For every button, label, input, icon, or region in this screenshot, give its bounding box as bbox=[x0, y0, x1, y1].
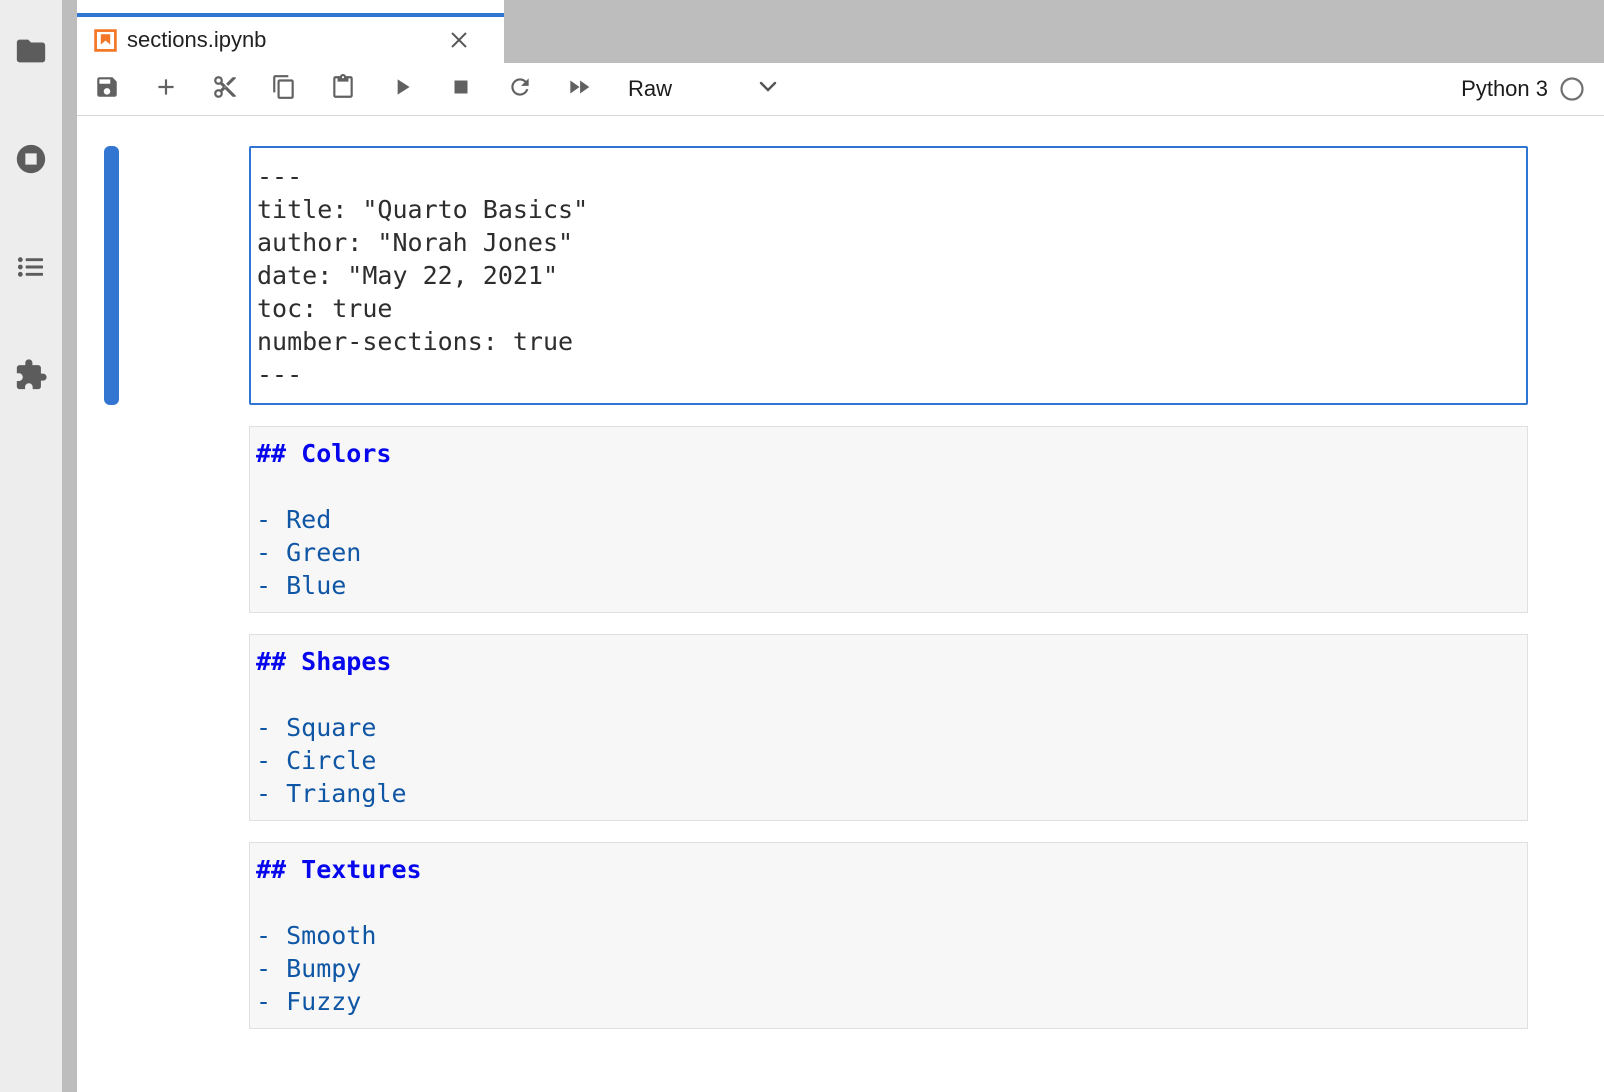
add-cell-button[interactable] bbox=[153, 76, 179, 102]
code-line: toc: true bbox=[257, 292, 1520, 325]
code-line bbox=[256, 886, 1521, 919]
run-icon bbox=[389, 74, 415, 105]
notebook-file-icon bbox=[93, 28, 118, 53]
cell-type-value: Raw bbox=[628, 76, 672, 102]
close-tab-icon[interactable] bbox=[446, 27, 472, 53]
markdown-list-item: - Blue bbox=[256, 569, 1521, 602]
markdown-heading: ## Colors bbox=[256, 437, 1521, 470]
running-kernels-icon bbox=[14, 142, 48, 181]
toolbar-button-group bbox=[94, 76, 592, 102]
markdown-heading: ## Shapes bbox=[256, 645, 1521, 678]
main-dock-panel: sections.ipynb bbox=[77, 0, 1604, 1092]
cell-collapser[interactable] bbox=[104, 842, 119, 1029]
code-line: --- bbox=[257, 358, 1520, 391]
paste-icon bbox=[330, 74, 356, 105]
code-line: title: "Quarto Basics" bbox=[257, 193, 1520, 226]
cut-icon bbox=[212, 74, 238, 105]
run-cell-button[interactable] bbox=[389, 76, 415, 102]
notebook-content: --- title: "Quarto Basics" author: "Nora… bbox=[77, 116, 1604, 1092]
left-activity-bar bbox=[0, 0, 62, 1092]
code-line: date: "May 22, 2021" bbox=[257, 259, 1520, 292]
markdown-list-item: - Square bbox=[256, 711, 1521, 744]
cell-type-dropdown[interactable]: Raw bbox=[628, 76, 778, 102]
raw-cell-editor[interactable]: --- title: "Quarto Basics" author: "Nora… bbox=[249, 146, 1528, 405]
markdown-list-item: - Green bbox=[256, 536, 1521, 569]
markdown-cell-editor[interactable]: ## Textures - Smooth - Bumpy - Fuzzy bbox=[249, 842, 1528, 1029]
jupyterlab-window: sections.ipynb bbox=[0, 0, 1604, 1092]
markdown-list-item: - Fuzzy bbox=[256, 985, 1521, 1018]
sidebar-splitter[interactable] bbox=[62, 0, 77, 1092]
markdown-list-item: - Smooth bbox=[256, 919, 1521, 952]
cell-collapser[interactable] bbox=[104, 634, 119, 821]
cell-markdown-shapes: ## Shapes - Square - Circle - Triangle bbox=[77, 634, 1604, 821]
save-icon bbox=[94, 74, 120, 105]
markdown-list-item: - Bumpy bbox=[256, 952, 1521, 985]
markdown-list-item: - Triangle bbox=[256, 777, 1521, 810]
tab-title: sections.ipynb bbox=[127, 27, 446, 53]
tab-content: sections.ipynb bbox=[77, 17, 504, 63]
sidebar-item-extensions[interactable] bbox=[13, 359, 49, 395]
sidebar-item-running-kernels[interactable] bbox=[13, 143, 49, 179]
restart-icon bbox=[507, 74, 533, 105]
add-cell-icon bbox=[153, 74, 179, 105]
code-line: author: "Norah Jones" bbox=[257, 226, 1520, 259]
sidebar-item-table-of-contents[interactable] bbox=[13, 251, 49, 287]
restart-run-all-button[interactable] bbox=[566, 76, 592, 102]
cell-collapser[interactable] bbox=[104, 426, 119, 613]
copy-icon bbox=[271, 74, 297, 105]
code-line bbox=[256, 678, 1521, 711]
code-line: --- bbox=[257, 160, 1520, 193]
kernel-name-button[interactable]: Python 3 bbox=[1461, 76, 1548, 102]
cell-collapser[interactable] bbox=[104, 146, 119, 405]
cut-cells-button[interactable] bbox=[212, 76, 238, 102]
save-button[interactable] bbox=[94, 76, 120, 102]
stop-icon bbox=[448, 74, 474, 105]
sidebar-item-file-browser[interactable] bbox=[13, 35, 49, 71]
table-of-contents-icon bbox=[15, 251, 47, 288]
cell-raw-frontmatter: --- title: "Quarto Basics" author: "Nora… bbox=[77, 146, 1604, 405]
cell-markdown-textures: ## Textures - Smooth - Bumpy - Fuzzy bbox=[77, 842, 1604, 1029]
copy-cells-button[interactable] bbox=[271, 76, 297, 102]
interrupt-kernel-button[interactable] bbox=[448, 76, 474, 102]
markdown-cell-editor[interactable]: ## Colors - Red - Green - Blue bbox=[249, 426, 1528, 613]
tab-bar: sections.ipynb bbox=[77, 0, 1604, 63]
paste-cells-button[interactable] bbox=[330, 76, 356, 102]
tab-sections-ipynb[interactable]: sections.ipynb bbox=[77, 0, 504, 63]
notebook-toolbar: Raw Python 3 bbox=[77, 63, 1604, 116]
kernel-status-idle-icon bbox=[1559, 76, 1585, 102]
code-line bbox=[256, 470, 1521, 503]
cell-markdown-colors: ## Colors - Red - Green - Blue bbox=[77, 426, 1604, 613]
folder-icon bbox=[14, 34, 48, 73]
extensions-icon bbox=[14, 358, 48, 397]
markdown-heading: ## Textures bbox=[256, 853, 1521, 886]
markdown-list-item: - Circle bbox=[256, 744, 1521, 777]
chevron-down-icon bbox=[758, 80, 778, 98]
code-line: number-sections: true bbox=[257, 325, 1520, 358]
fast-forward-icon bbox=[566, 74, 592, 105]
markdown-list-item: - Red bbox=[256, 503, 1521, 536]
markdown-cell-editor[interactable]: ## Shapes - Square - Circle - Triangle bbox=[249, 634, 1528, 821]
restart-kernel-button[interactable] bbox=[507, 76, 533, 102]
